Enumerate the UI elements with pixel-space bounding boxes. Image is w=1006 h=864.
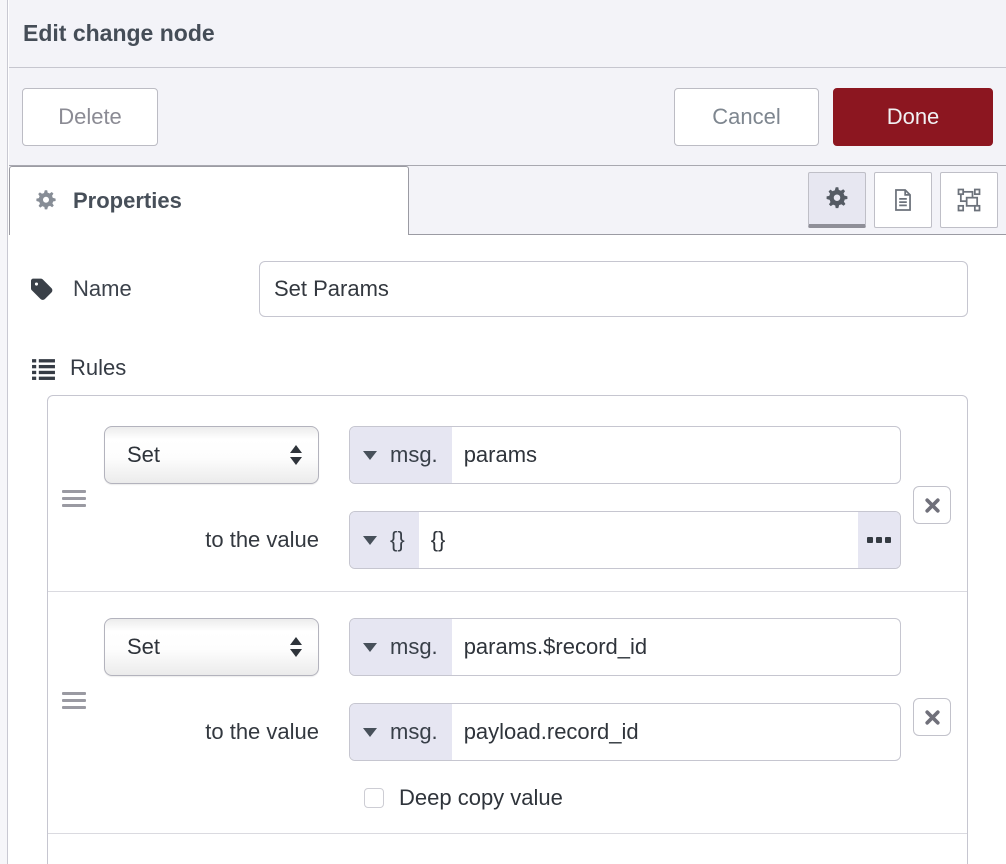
to-the-value-label: to the value (104, 703, 319, 761)
deep-copy-label: Deep copy value (399, 785, 563, 811)
edit-tray: Edit change node Delete Cancel Done Prop… (9, 0, 1006, 864)
next-rule-divider (48, 833, 967, 864)
rule1-value-typed-input: {} (349, 511, 901, 569)
rule1-property-row: Set msg. (104, 426, 901, 484)
rule2-value-type-button[interactable]: msg. (350, 704, 452, 760)
up-down-arrows-icon (290, 637, 302, 657)
done-button[interactable]: Done (833, 88, 993, 146)
rule2-remove-button[interactable] (913, 698, 951, 736)
properties-panel-button[interactable] (808, 172, 866, 228)
rule-item-2: Set msg. to the value (48, 591, 967, 833)
rule-item-1: Set msg. to the value (48, 396, 967, 591)
document-icon (890, 187, 916, 213)
x-icon (924, 497, 941, 514)
rule1-value-type: {} (390, 527, 405, 553)
rule1-value-type-button[interactable]: {} (350, 512, 419, 568)
deep-copy-checkbox[interactable] (364, 788, 384, 808)
tab-properties-label: Properties (73, 188, 182, 214)
caret-down-icon (363, 536, 377, 545)
rule1-property-type: msg. (390, 442, 438, 468)
drag-handle-icon[interactable] (62, 692, 86, 709)
gear-icon (824, 186, 850, 212)
description-panel-button[interactable] (874, 172, 932, 228)
rules-container: Set msg. to the value (47, 395, 968, 864)
rule2-value-row: to the value msg. (104, 703, 901, 761)
appearance-icon (955, 186, 983, 214)
rule1-remove-button[interactable] (913, 486, 951, 524)
rule1-value-input[interactable] (419, 512, 858, 568)
caret-down-icon (363, 728, 377, 737)
name-label: Name (73, 276, 132, 302)
rule1-property-typed-input: msg. (349, 426, 901, 484)
cancel-button[interactable]: Cancel (674, 88, 819, 146)
rule2-value-typed-input: msg. (349, 703, 901, 761)
dialog-toolbar: Delete Cancel Done (9, 68, 1006, 166)
rule2-property-type-button[interactable]: msg. (350, 619, 452, 675)
dialog-header: Edit change node (9, 0, 1006, 68)
to-the-value-label: to the value (104, 511, 319, 569)
delete-button[interactable]: Delete (22, 88, 158, 146)
up-down-arrows-icon (290, 445, 302, 465)
rule2-property-type: msg. (390, 634, 438, 660)
rule1-action-select[interactable]: Set (104, 426, 319, 484)
tag-icon (31, 277, 56, 302)
rule2-value-type: msg. (390, 719, 438, 745)
gear-icon (34, 189, 58, 213)
rule2-property-row: Set msg. (104, 618, 901, 676)
name-field-row: Name (31, 261, 968, 317)
list-icon (31, 356, 56, 381)
editor-tabbar: Properties (9, 166, 1006, 235)
ellipsis-icon (867, 537, 891, 543)
edit-change-node-dialog: Edit change node Delete Cancel Done Prop… (0, 0, 1006, 864)
name-field-label: Name (31, 276, 259, 302)
rule2-property-input[interactable] (452, 619, 900, 675)
rule2-action-select[interactable]: Set (104, 618, 319, 676)
tabbar-spacer (409, 166, 808, 234)
caret-down-icon (363, 643, 377, 652)
dialog-title: Edit change node (23, 20, 215, 47)
caret-down-icon (363, 451, 377, 460)
deep-copy-row: Deep copy value (364, 785, 901, 811)
rule1-value-row: to the value {} (104, 511, 901, 569)
drag-handle-icon[interactable] (62, 490, 86, 507)
tray-resize-strip[interactable] (0, 0, 8, 864)
tab-properties[interactable]: Properties (9, 166, 409, 235)
properties-panel: Name Rules Set (9, 235, 1006, 864)
rule2-property-typed-input: msg. (349, 618, 901, 676)
editor-panel-buttons (808, 166, 1006, 234)
expand-editor-button[interactable] (858, 512, 900, 568)
appearance-panel-button[interactable] (940, 172, 998, 228)
rule1-property-type-button[interactable]: msg. (350, 427, 452, 483)
x-icon (924, 709, 941, 726)
rule1-property-input[interactable] (452, 427, 900, 483)
rules-section-label: Rules (31, 355, 968, 381)
rule2-value-input[interactable] (452, 704, 900, 760)
rule2-action-value: Set (127, 634, 160, 660)
name-input[interactable] (259, 261, 968, 317)
rules-label: Rules (70, 355, 126, 381)
rule1-action-value: Set (127, 442, 160, 468)
